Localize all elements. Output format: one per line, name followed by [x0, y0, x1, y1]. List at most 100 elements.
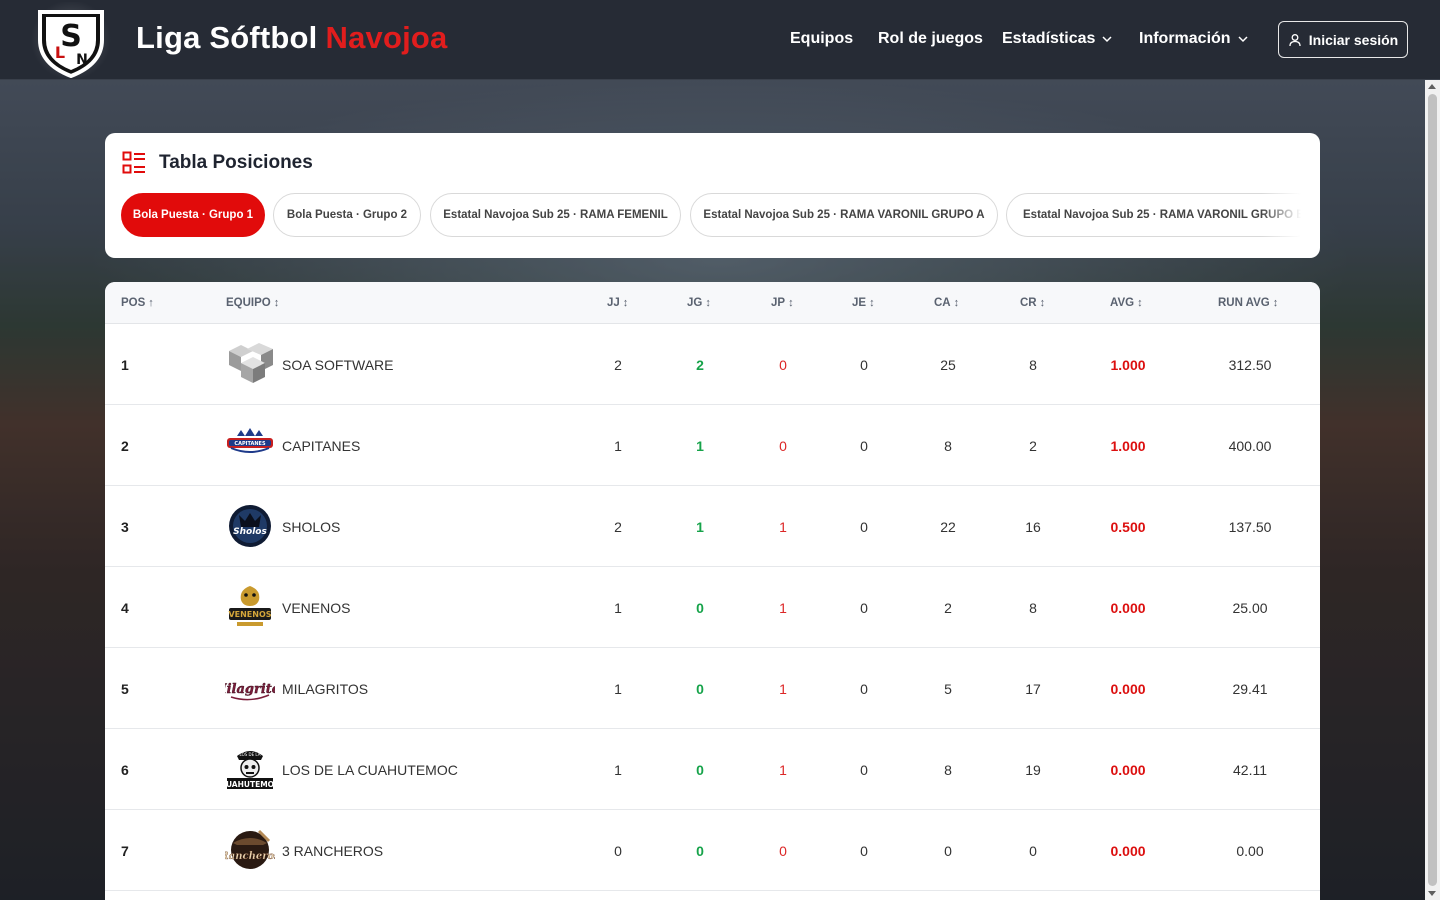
- group-tabs: Bola Puesta · Grupo 1 Bola Puesta · Grup…: [121, 193, 1301, 237]
- cuahutemoc-logo-icon: LOS DE LA CUAHUTEMOC: [220, 746, 280, 792]
- cell-jp: 1: [779, 519, 787, 535]
- user-icon: [1289, 33, 1301, 46]
- cell-pos: 6: [121, 762, 129, 778]
- nav-stats-dropdown[interactable]: Estadísticas: [1002, 30, 1113, 48]
- col-team[interactable]: EQUIPO ↕: [226, 297, 279, 309]
- col-jj[interactable]: JJ ↕: [607, 297, 628, 309]
- cell-run-avg: 312.50: [1228, 357, 1272, 373]
- cell-jj: 1: [614, 762, 622, 778]
- cell-run-avg: 25.00: [1232, 600, 1268, 616]
- cell-je: 0: [860, 600, 868, 616]
- cell-ca: 25: [940, 357, 956, 373]
- cell-team-name[interactable]: MILAGRITOS: [282, 681, 368, 697]
- cell-jp: 0: [779, 438, 787, 454]
- col-jg[interactable]: JG ↕: [687, 297, 711, 309]
- cell-je: 0: [860, 357, 868, 373]
- col-cr[interactable]: CR ↕: [1020, 297, 1045, 309]
- tab-sub25-femenil[interactable]: Estatal Navojoa Sub 25 · RAMA FEMENIL: [430, 193, 681, 237]
- milagritos-logo-icon: Milagritos: [211, 665, 289, 711]
- standings-card: Tabla Posiciones Bola Puesta · Grupo 1 B…: [105, 133, 1320, 258]
- col-jp[interactable]: JP ↕: [771, 297, 794, 309]
- col-je[interactable]: JE ↕: [852, 297, 875, 309]
- cell-team-name[interactable]: LOS DE LA CUAHUTEMOC: [282, 762, 458, 778]
- table-row[interactable]: 1 SOA SOFTWARE 2 2 0 0 25 8 1.000 312.50: [105, 324, 1320, 405]
- col-ca[interactable]: CA ↕: [934, 297, 959, 309]
- league-logo[interactable]: S L N: [30, 0, 112, 80]
- cell-team-name[interactable]: SHOLOS: [282, 519, 340, 535]
- tab-sub25-varonil-a[interactable]: Estatal Navojoa Sub 25 · RAMA VARONIL GR…: [690, 193, 998, 237]
- nav-teams[interactable]: Equipos: [790, 30, 853, 48]
- cell-avg: 0.500: [1110, 519, 1146, 535]
- cell-team-name[interactable]: CAPITANES: [282, 438, 360, 454]
- cell-pos: 5: [121, 681, 129, 697]
- cell-cr: 2: [1029, 438, 1037, 454]
- tabs-fade: [1261, 193, 1301, 237]
- cell-run-avg: 137.50: [1228, 519, 1272, 535]
- table-row[interactable]: 7 Rancheros 3 RANCHEROS 0 0 0 0 0 0 0.00…: [105, 810, 1320, 891]
- cell-ca: 0: [944, 843, 952, 859]
- cell-avg: 1.000: [1110, 357, 1146, 373]
- cell-jp: 0: [779, 357, 787, 373]
- top-navbar: S L N Liga Sóftbol Navojoa Equipos Rol de…: [0, 0, 1440, 80]
- col-pos-label: POS: [121, 297, 146, 309]
- sort-asc-icon: ↑: [148, 297, 154, 309]
- cell-je: 0: [860, 681, 868, 697]
- tab-bola-puesta-grupo-2[interactable]: Bola Puesta · Grupo 2: [273, 193, 421, 237]
- login-button[interactable]: Iniciar sesión: [1278, 21, 1408, 58]
- cell-jg: 1: [696, 438, 704, 454]
- col-pos[interactable]: POS ↑: [121, 297, 154, 309]
- table-row[interactable]: 3 Sholos SHOLOS 2 1 1 0 22 16 0.500 137.…: [105, 486, 1320, 567]
- col-team-label: EQUIPO: [226, 297, 271, 309]
- cell-je: 0: [860, 438, 868, 454]
- cell-jp: 1: [779, 762, 787, 778]
- table-row[interactable]: 5 Milagritos MILAGRITOS 1 0 1 0 5 17 0.0…: [105, 648, 1320, 729]
- table-row[interactable]: 6 LOS DE LA CUAHUTEMOC LOS DE LA CUAHUTEM…: [105, 729, 1320, 810]
- cell-ca: 22: [940, 519, 956, 535]
- col-cr-label: CR: [1020, 297, 1037, 309]
- cell-jg: 0: [696, 843, 704, 859]
- col-jj-label: JJ: [607, 297, 620, 309]
- page-scrollbar[interactable]: [1425, 80, 1440, 900]
- cell-pos: 2: [121, 438, 129, 454]
- cell-avg: 0.000: [1110, 843, 1146, 859]
- cell-cr: 19: [1025, 762, 1041, 778]
- site-title-main: Liga Sóftbol: [136, 20, 318, 55]
- table-row[interactable]: 4 VENENOS VENENOS 1 0 1 0 2 8 0.000 25.0…: [105, 567, 1320, 648]
- scroll-up-arrow-icon[interactable]: [1428, 84, 1436, 89]
- nav-info-label: Información: [1139, 30, 1231, 47]
- cell-pos: 4: [121, 600, 129, 616]
- tab-bola-puesta-grupo-1[interactable]: Bola Puesta · Grupo 1: [121, 193, 265, 237]
- sort-icon: ↕: [869, 297, 875, 309]
- col-je-label: JE: [852, 297, 867, 309]
- cell-jj: 2: [614, 519, 622, 535]
- col-avg[interactable]: AVG ↕: [1110, 297, 1143, 309]
- cell-team-name[interactable]: 3 RANCHEROS: [282, 843, 383, 859]
- cell-jj: 2: [614, 357, 622, 373]
- nav-info-dropdown[interactable]: Información: [1139, 30, 1249, 48]
- cell-team-name[interactable]: VENENOS: [282, 600, 350, 616]
- venenos-logo-icon: VENENOS: [225, 584, 275, 630]
- nav-schedule[interactable]: Rol de juegos: [878, 30, 983, 48]
- col-run-avg[interactable]: RUN AVG ↕: [1218, 297, 1278, 309]
- sholos-logo-icon: Sholos: [225, 503, 275, 549]
- scrollbar-thumb[interactable]: [1428, 94, 1437, 886]
- scroll-down-arrow-icon[interactable]: [1428, 891, 1436, 896]
- cell-team-name[interactable]: SOA SOFTWARE: [282, 357, 394, 373]
- table-row[interactable]: 2 CAPITANES CAPITANES 1 1 0 0 8 2 1.000 …: [105, 405, 1320, 486]
- svg-text:Milagritos: Milagritos: [225, 682, 275, 697]
- cell-pos: 7: [121, 843, 129, 859]
- cell-jg: 0: [696, 681, 704, 697]
- cell-pos: 3: [121, 519, 129, 535]
- login-button-label: Iniciar sesión: [1308, 31, 1399, 48]
- site-title[interactable]: Liga Sóftbol Navojoa: [136, 20, 447, 56]
- cell-ca: 2: [944, 600, 952, 616]
- sort-icon: ↕: [1137, 297, 1143, 309]
- cell-jj: 1: [614, 681, 622, 697]
- cell-cr: 8: [1029, 357, 1037, 373]
- soa-software-logo-icon: [225, 341, 275, 387]
- nav-teams-label: Equipos: [790, 30, 854, 47]
- svg-text:Rancheros: Rancheros: [225, 851, 275, 862]
- rancheros-logo-icon: Rancheros: [219, 827, 280, 873]
- tab-sub25-varonil-b[interactable]: Estatal Navojoa Sub 25 · RAMA VARONIL GR…: [1006, 193, 1301, 237]
- svg-text:VENENOS: VENENOS: [228, 610, 271, 619]
